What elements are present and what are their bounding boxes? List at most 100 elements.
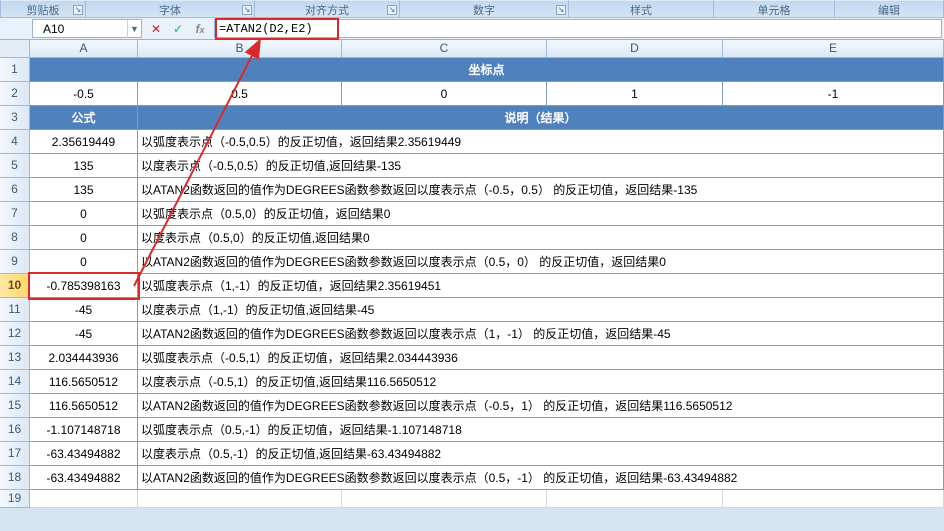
cell[interactable]: -0.785398163: [30, 274, 138, 298]
cell-header-formula[interactable]: 公式: [30, 106, 138, 130]
ribbon-cells[interactable]: 单元格: [714, 0, 835, 17]
cell[interactable]: 0: [30, 226, 138, 250]
row-header[interactable]: 12: [0, 322, 30, 346]
row-header[interactable]: 14: [0, 370, 30, 394]
cell[interactable]: 2.35619449: [30, 130, 138, 154]
col-header-B[interactable]: B: [138, 40, 342, 58]
row-header[interactable]: 1: [0, 58, 30, 82]
row-header[interactable]: 13: [0, 346, 30, 370]
ribbon-font[interactable]: 字体↘: [86, 0, 255, 17]
cell[interactable]: [30, 490, 138, 508]
cell[interactable]: 以度表示点（-0.5,0.5）的反正切值,返回结果-135: [138, 154, 944, 178]
row-header[interactable]: 16: [0, 418, 30, 442]
ribbon-align[interactable]: 对齐方式↘: [255, 0, 400, 17]
cell[interactable]: -45: [30, 322, 138, 346]
ribbon-clipboard[interactable]: 剪贴板↘: [0, 0, 86, 17]
ribbon-number[interactable]: 数字↘: [400, 0, 569, 17]
spreadsheet: A B C D E 1 坐标点 2 -0.5 0.5 0 1 -1 3 公式 说…: [0, 40, 944, 508]
col-header-C[interactable]: C: [342, 40, 547, 58]
cell[interactable]: -63.43494882: [30, 442, 138, 466]
dialog-launcher-icon[interactable]: ↘: [73, 5, 83, 15]
col-header-D[interactable]: D: [547, 40, 723, 58]
row-header[interactable]: 17: [0, 442, 30, 466]
cell[interactable]: 以度表示点（0.5,0）的反正切值,返回结果0: [138, 226, 944, 250]
ribbon-bar: 剪贴板↘ 字体↘ 对齐方式↘ 数字↘ 样式 单元格 编辑: [0, 0, 944, 18]
formula-bar[interactable]: =ATAN2(D2,E2): [214, 19, 942, 38]
cell[interactable]: 以弧度表示点（0.5,0）的反正切值，返回结果0: [138, 202, 944, 226]
table-row: 11-45以度表示点（1,-1）的反正切值,返回结果-45: [0, 298, 944, 322]
cell[interactable]: 135: [30, 154, 138, 178]
row-header[interactable]: 6: [0, 178, 30, 202]
col-header-A[interactable]: A: [30, 40, 138, 58]
table-row: 90以ATAN2函数返回的值作为DEGREES函数参数返回以度表示点（0.5，0…: [0, 250, 944, 274]
cell[interactable]: 以弧度表示点（-0.5,1）的反正切值，返回结果2.034443936: [138, 346, 944, 370]
cell[interactable]: 2.034443936: [30, 346, 138, 370]
row-header[interactable]: 10: [0, 274, 30, 298]
dialog-launcher-icon[interactable]: ↘: [556, 5, 566, 15]
row-header[interactable]: 15: [0, 394, 30, 418]
cell[interactable]: 以ATAN2函数返回的值作为DEGREES函数参数返回以度表示点（0.5，-1）…: [138, 466, 944, 490]
cell[interactable]: 以弧度表示点（1,-1）的反正切值，返回结果2.35619451: [138, 274, 944, 298]
cell[interactable]: 以弧度表示点（-0.5,0.5）的反正切值，返回结果2.35619449: [138, 130, 944, 154]
fx-icon[interactable]: fx: [192, 21, 208, 37]
cell[interactable]: 以ATAN2函数返回的值作为DEGREES函数参数返回以度表示点（-0.5，1）…: [138, 394, 944, 418]
cell[interactable]: [138, 490, 342, 508]
cell[interactable]: -63.43494882: [30, 466, 138, 490]
ribbon-styles[interactable]: 样式: [569, 0, 714, 17]
formula-buttons: ✕ ✓ fx: [142, 18, 214, 39]
dialog-launcher-icon[interactable]: ↘: [242, 5, 252, 15]
cell-header-desc[interactable]: 说明（结果）: [138, 106, 944, 130]
row-header[interactable]: 8: [0, 226, 30, 250]
table-row: 6135以ATAN2函数返回的值作为DEGREES函数参数返回以度表示点（-0.…: [0, 178, 944, 202]
cell[interactable]: -45: [30, 298, 138, 322]
confirm-icon[interactable]: ✓: [170, 21, 186, 37]
table-row: 10-0.785398163以弧度表示点（1,-1）的反正切值，返回结果2.35…: [0, 274, 944, 298]
row-header[interactable]: 18: [0, 466, 30, 490]
row-header[interactable]: 2: [0, 82, 30, 106]
row-header[interactable]: 3: [0, 106, 30, 130]
col-header-E[interactable]: E: [723, 40, 944, 58]
row-header[interactable]: 5: [0, 154, 30, 178]
cell[interactable]: 以ATAN2函数返回的值作为DEGREES函数参数返回以度表示点（0.5，0） …: [138, 250, 944, 274]
cell[interactable]: 135: [30, 178, 138, 202]
name-box[interactable]: A10 ▼: [32, 19, 142, 38]
cell[interactable]: 0: [342, 82, 547, 106]
cell[interactable]: [723, 490, 944, 508]
table-row: 15116.5650512以ATAN2函数返回的值作为DEGREES函数参数返回…: [0, 394, 944, 418]
cell[interactable]: 以ATAN2函数返回的值作为DEGREES函数参数返回以度表示点（1，-1） 的…: [138, 322, 944, 346]
cell[interactable]: -1: [723, 82, 944, 106]
table-row: 19: [0, 490, 944, 508]
cell[interactable]: 以ATAN2函数返回的值作为DEGREES函数参数返回以度表示点（-0.5，0.…: [138, 178, 944, 202]
cell[interactable]: [547, 490, 723, 508]
cell[interactable]: 以度表示点（-0.5,1）的反正切值,返回结果116.5650512: [138, 370, 944, 394]
cell[interactable]: 0.5: [138, 82, 342, 106]
table-row: 3 公式 说明（结果）: [0, 106, 944, 130]
cell[interactable]: -1.107148718: [30, 418, 138, 442]
cell[interactable]: 116.5650512: [30, 370, 138, 394]
cell[interactable]: [342, 490, 547, 508]
row-header[interactable]: 9: [0, 250, 30, 274]
row-header[interactable]: 4: [0, 130, 30, 154]
cell[interactable]: 0: [30, 202, 138, 226]
cell[interactable]: 以弧度表示点（0.5,-1）的反正切值，返回结果-1.107148718: [138, 418, 944, 442]
row-header[interactable]: 19: [0, 490, 30, 508]
table-row: 14116.5650512以度表示点（-0.5,1）的反正切值,返回结果116.…: [0, 370, 944, 394]
row-header[interactable]: 7: [0, 202, 30, 226]
cell[interactable]: 以度表示点（1,-1）的反正切值,返回结果-45: [138, 298, 944, 322]
select-all-corner[interactable]: [0, 40, 30, 58]
cell[interactable]: 0: [30, 250, 138, 274]
chevron-down-icon[interactable]: ▼: [127, 20, 141, 38]
column-header-row: A B C D E: [0, 40, 944, 58]
cell[interactable]: -0.5: [30, 82, 138, 106]
dialog-launcher-icon[interactable]: ↘: [387, 5, 397, 15]
ribbon-edit[interactable]: 编辑: [835, 0, 944, 17]
row-header[interactable]: 11: [0, 298, 30, 322]
formula-text: =ATAN2(D2,E2): [219, 22, 313, 36]
cell[interactable]: 116.5650512: [30, 394, 138, 418]
cancel-icon[interactable]: ✕: [148, 21, 164, 37]
cell-title[interactable]: 坐标点: [30, 58, 944, 82]
table-row: 16-1.107148718以弧度表示点（0.5,-1）的反正切值，返回结果-1…: [0, 418, 944, 442]
cell[interactable]: 以度表示点（0.5,-1）的反正切值,返回结果-63.43494882: [138, 442, 944, 466]
cell[interactable]: 1: [547, 82, 723, 106]
table-row: 132.034443936以弧度表示点（-0.5,1）的反正切值，返回结果2.0…: [0, 346, 944, 370]
